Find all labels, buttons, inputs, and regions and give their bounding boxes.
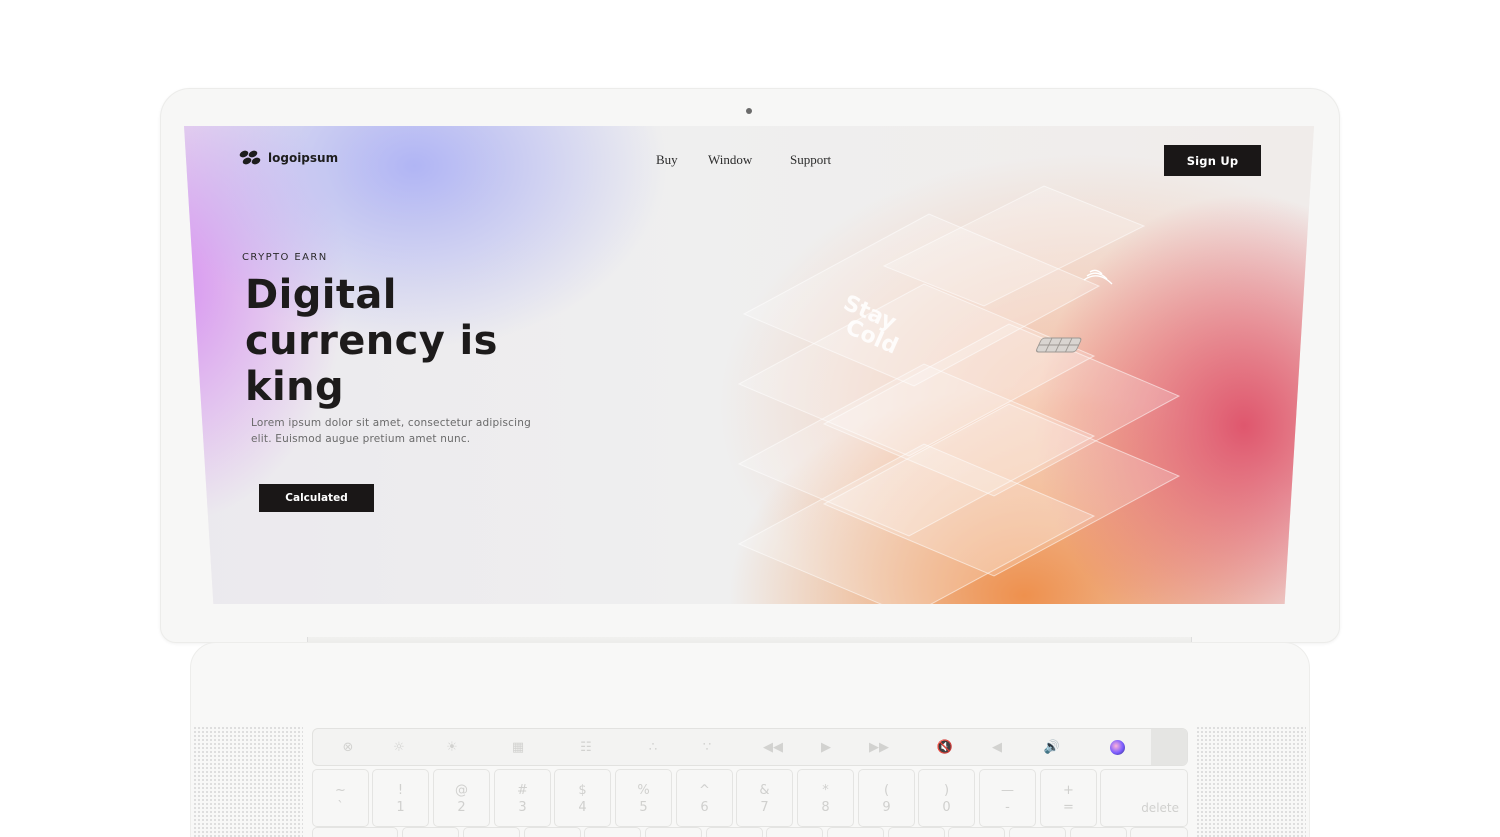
logo-text: logoipsum — [268, 151, 339, 165]
key-delete[interactable]: delete — [1100, 769, 1188, 827]
touch-bar[interactable]: ⊗ ☼ ☀ ▦ ☷ ∴ ∵ ◀◀ ▶ ▶▶ 🔇 ◀ 🔊 — [312, 728, 1188, 766]
key-7[interactable]: & 7 — [736, 769, 793, 827]
speaker-grille-left — [193, 726, 303, 837]
key-2[interactable]: @2 — [433, 769, 490, 827]
nav-link-support[interactable]: Support — [790, 152, 831, 168]
key-tab[interactable] — [312, 827, 398, 837]
key-minus[interactable]: — - — [979, 769, 1036, 827]
key-u[interactable] — [766, 827, 823, 837]
card-chip-icon — [1036, 337, 1082, 353]
key-t[interactable] — [645, 827, 702, 837]
number-key-row: ~ ` ! 1 @2 #3 $4 % 5 ^ 6 & 7 * 8 (9 ) 0 — - + = d… — [312, 769, 1188, 827]
site-logo[interactable]: logoipsum — [238, 150, 338, 166]
key-bracket-left[interactable] — [1009, 827, 1066, 837]
speaker-grille-right — [1196, 726, 1306, 837]
key-1[interactable]: ! 1 — [372, 769, 429, 827]
key-r[interactable] — [584, 827, 641, 837]
key-i[interactable] — [827, 827, 884, 837]
key-8[interactable]: * 8 — [797, 769, 854, 827]
touch-id-key[interactable] — [1151, 729, 1187, 765]
hero-line-3: king — [245, 364, 345, 410]
hero-line-1: Digital — [245, 272, 397, 318]
keyboard-light-up-icon[interactable]: ∵ — [695, 737, 719, 759]
hero-line-2: currency is — [245, 318, 498, 364]
launchpad-icon[interactable]: ☷ — [574, 737, 598, 759]
key-3[interactable]: #3 — [494, 769, 551, 827]
key-6[interactable]: ^ 6 — [676, 769, 733, 827]
nav-link-window[interactable]: Window — [708, 152, 752, 168]
mute-icon[interactable]: 🔇 — [933, 737, 957, 759]
volume-down-icon[interactable]: ◀ — [985, 737, 1009, 759]
play-icon[interactable]: ▶ — [814, 737, 838, 759]
key-9[interactable]: (9 — [858, 769, 915, 827]
brightness-up-icon[interactable]: ☀ — [440, 737, 464, 759]
key-backslash[interactable] — [1130, 827, 1188, 837]
keyboard-light-down-icon[interactable]: ∴ — [641, 737, 665, 759]
hero-eyebrow: CRYPTO EARN — [242, 252, 328, 263]
key-w[interactable] — [463, 827, 520, 837]
hero-description: Lorem ipsum dolor sit amet, consectetur … — [251, 417, 531, 445]
key-o[interactable] — [888, 827, 945, 837]
nav-link-buy[interactable]: Buy — [656, 152, 678, 168]
key-y[interactable] — [706, 827, 763, 837]
key-backtick[interactable]: ~ ` — [312, 769, 369, 827]
laptop-screen: Stay Cold logoipsum Buy Window Support S… — [184, 126, 1314, 604]
fast-forward-icon[interactable]: ▶▶ — [867, 737, 891, 759]
key-equals[interactable]: + = — [1040, 769, 1097, 827]
mission-control-icon[interactable]: ▦ — [506, 737, 530, 759]
brightness-down-icon[interactable]: ☼ — [387, 737, 411, 759]
webcam — [746, 108, 752, 114]
key-e[interactable] — [524, 827, 581, 837]
volume-up-icon[interactable]: 🔊 — [1040, 737, 1064, 759]
key-q[interactable] — [402, 827, 459, 837]
hero-heading: Digital currency is king — [245, 272, 585, 410]
calculated-button[interactable]: Calculated — [259, 484, 374, 512]
key-p[interactable] — [948, 827, 1005, 837]
rewind-icon[interactable]: ◀◀ — [761, 737, 785, 759]
key-4[interactable]: $4 — [554, 769, 611, 827]
qwerty-key-row — [312, 827, 1188, 837]
logo-icon — [239, 150, 261, 165]
close-icon[interactable]: ⊗ — [336, 737, 360, 759]
key-0[interactable]: ) 0 — [918, 769, 975, 827]
key-bracket-right[interactable] — [1070, 827, 1127, 837]
sign-up-button[interactable]: Sign Up — [1164, 145, 1261, 176]
key-5[interactable]: % 5 — [615, 769, 672, 827]
siri-icon[interactable] — [1110, 740, 1125, 755]
